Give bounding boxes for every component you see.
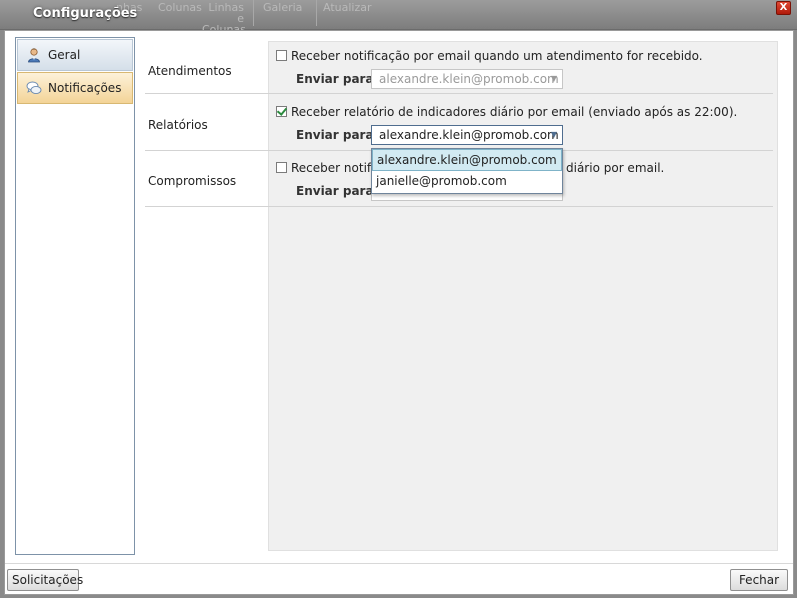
atendimentos-checkbox-label: Receber notificação por email quando um … <box>291 49 703 63</box>
nav-item-notificacoes[interactable]: Notificações <box>17 72 133 104</box>
relatorios-send-to-select[interactable]: alexandre.klein@promob.com ▼ <box>371 125 563 145</box>
chevron-down-icon: ▼ <box>550 74 557 83</box>
select-value: alexandre.klein@promob.com <box>379 72 559 86</box>
compromissos-checkbox[interactable] <box>276 162 287 173</box>
dropdown-option[interactable]: janielle@promob.com <box>372 171 562 193</box>
atendimentos-checkbox[interactable] <box>276 50 287 61</box>
atendimentos-send-to-label: Enviar para <box>296 72 374 86</box>
settings-nav: Geral Notificações <box>15 37 135 555</box>
chat-bubbles-icon <box>26 81 42 95</box>
ribbon-ghost-item: Colunas <box>158 1 202 14</box>
section-label-atendimentos: Atendimentos <box>148 64 232 78</box>
section-label-compromissos: Compromissos <box>148 174 237 188</box>
atendimentos-send-to-select[interactable]: alexandre.klein@promob.com ▼ <box>371 69 563 89</box>
footer-divider <box>5 563 793 564</box>
section-divider <box>145 206 773 207</box>
compromissos-checkbox-label: Receber notific <box>291 161 382 175</box>
nav-item-label: Notificações <box>48 81 122 95</box>
nav-item-label: Geral <box>48 48 81 62</box>
ribbon-ghost-item: Atualizar <box>323 1 372 14</box>
section-label-relatorios: Relatórios <box>148 118 208 132</box>
select-value: alexandre.klein@promob.com <box>379 128 559 142</box>
window-title: Configurações <box>33 6 138 21</box>
solicitacoes-button[interactable]: Solicitações <box>7 569 83 591</box>
send-to-dropdown-list: alexandre.klein@promob.com janielle@prom… <box>371 148 563 194</box>
settings-dialog: Geral Notificações Atendimentos Relatóri… <box>4 30 794 595</box>
ribbon-separator <box>253 0 254 26</box>
nav-item-geral[interactable]: Geral <box>17 39 133 71</box>
user-icon <box>28 48 40 63</box>
title-bar: nhas Colunas Linhas e Colunas Galeria At… <box>0 0 797 35</box>
close-icon: X <box>779 2 788 13</box>
fechar-button[interactable]: Fechar <box>730 569 788 591</box>
dropdown-option[interactable]: alexandre.klein@promob.com <box>372 149 562 171</box>
relatorios-send-to-label: Enviar para <box>296 128 374 142</box>
section-divider <box>145 93 773 94</box>
relatorios-checkbox-label: Receber relatório de indicadores diário … <box>291 105 738 119</box>
compromissos-send-to-label: Enviar para <box>296 184 374 198</box>
chevron-down-icon: ▼ <box>550 130 557 139</box>
compromissos-checkbox-label-tail: diário por email. <box>566 161 665 175</box>
ribbon-separator <box>316 0 317 26</box>
close-button[interactable]: X <box>776 1 791 15</box>
relatorios-checkbox[interactable] <box>276 106 287 117</box>
ribbon-ghost-item: Galeria <box>263 1 303 14</box>
